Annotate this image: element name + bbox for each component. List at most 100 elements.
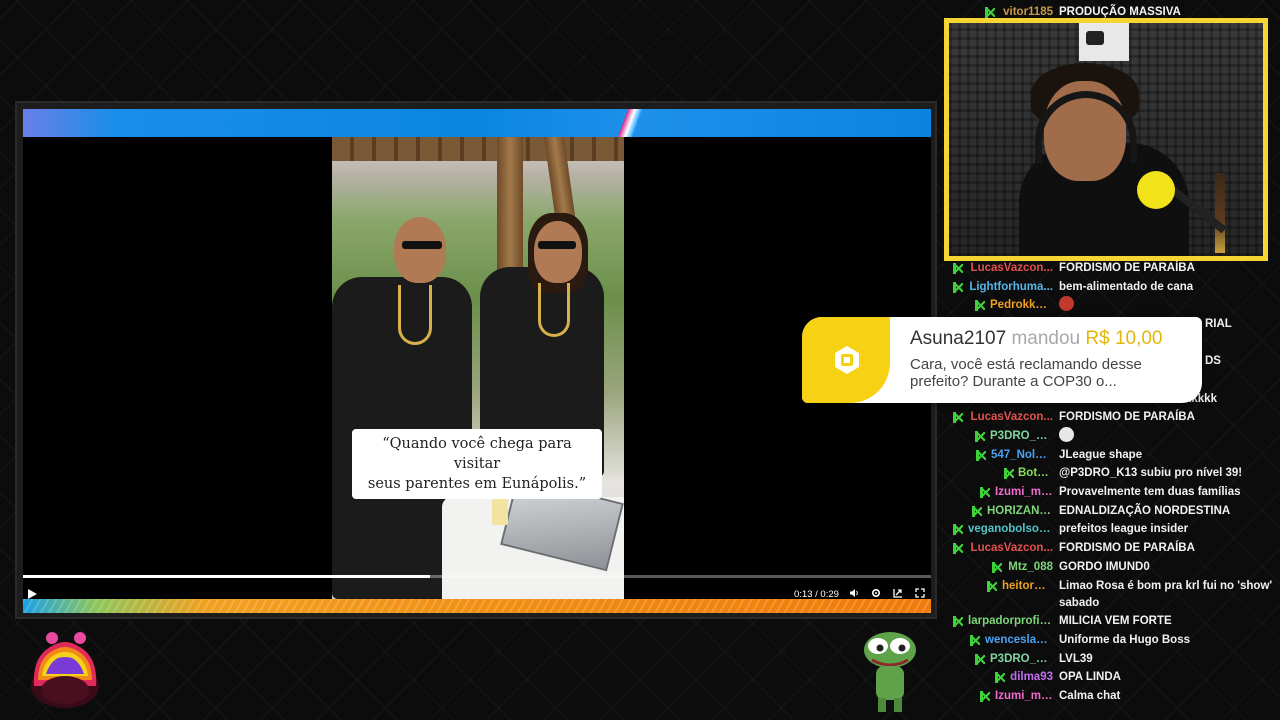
settings-icon[interactable] [871, 588, 881, 598]
kick-badge-icon [975, 300, 985, 311]
alert-headline: Asuna2107 mandou R$ 10,00 [910, 328, 1163, 350]
chat-text-fragment: RIAL [1205, 318, 1232, 330]
chat-username[interactable]: veganobolson... [968, 520, 1053, 539]
kick-badge-icon [980, 691, 990, 702]
kick-badge-icon [975, 431, 985, 442]
chat-username[interactable]: Mtz_088 [1006, 558, 1053, 577]
chat-message: heitorDev Limao Rosa é bom pra krl fui no… [940, 577, 1280, 609]
video-bottom-banner [23, 599, 931, 613]
chat-message: veganobolson... prefeitos league insider [940, 520, 1280, 539]
chat-text [1059, 427, 1074, 446]
caption-line: “Quando você chega para visitar [382, 436, 572, 472]
kick-badge-icon [953, 616, 963, 627]
chat-username[interactable]: dilma93 [1010, 668, 1053, 687]
kick-badge-icon [953, 524, 963, 535]
chat-text-continued: sabado [1059, 597, 1100, 609]
chat-username[interactable]: 547_Nolsan [991, 446, 1053, 465]
chat-username[interactable]: Izumi_mya [995, 483, 1053, 502]
clip-roof [332, 137, 624, 161]
chat-message: wenceslau_b Uniforme da Hugo Boss [940, 631, 1280, 650]
chat-text-fragment: DS [1205, 355, 1221, 367]
chat-text: bem-alimentado de cana [1059, 281, 1194, 293]
chat-text: Calma chat [1059, 690, 1121, 702]
chat-message: vitor1185 PRODUÇÃO MASSIVA [940, 3, 1280, 22]
chat-username[interactable]: heitorDev [1002, 577, 1053, 596]
alert-icon-box [802, 317, 890, 403]
kick-badge-icon [995, 672, 1005, 683]
chat-text: EDNALDIZAÇÃO NORDESTINA [1059, 505, 1231, 517]
chat-message: P3DRO_K13 LVL39 [940, 650, 1280, 669]
chat-text: @P3DRO_K13 subiu pro nível 39! [1059, 467, 1243, 479]
chat-text: FORDISMO DE PARAÍBA [1059, 542, 1195, 554]
chat-username[interactable]: vitor1185 [1000, 3, 1053, 22]
chat-username[interactable]: LucasVazcon... [968, 539, 1053, 558]
chat-text: OPA LINDA [1059, 671, 1121, 683]
video-clip: “Quando você chega para visitar seus par… [332, 137, 624, 599]
chat-text: MILICIA VEM FORTE [1059, 615, 1172, 627]
play-icon[interactable] [28, 589, 37, 599]
fullscreen-icon[interactable] [915, 588, 925, 598]
chat-message: P3DRO_K13 [940, 427, 1280, 446]
alert-username: Asuna2107 [910, 328, 1007, 349]
chat-username[interactable]: HORIZANDO [987, 502, 1053, 521]
chat-message: dilma93 OPA LINDA [940, 668, 1280, 687]
video-top-banner [23, 109, 931, 137]
chat-message: HORIZANDO EDNALDIZAÇÃO NORDESTINA [940, 502, 1280, 521]
chat-text: PRODUÇÃO MASSIVA [1059, 6, 1181, 18]
chat-message: LucasVazcon... FORDISMO DE PARAÍBA [940, 259, 1280, 278]
chat-text: JLeague shape [1059, 449, 1143, 461]
chat-text: prefeitos league insider [1059, 523, 1189, 535]
alert-message: Cara, você está reclamando desse prefeit… [910, 356, 1142, 390]
pip-icon[interactable] [893, 588, 903, 598]
kick-badge-icon [980, 487, 990, 498]
video-caption: “Quando você chega para visitar seus par… [352, 429, 602, 499]
chat-message: Pedrokka14 [940, 296, 1280, 315]
chat-message: Izumi_mya Calma chat [940, 687, 1280, 706]
chat-username[interactable]: LucasVazcon... [968, 408, 1053, 427]
chat-message: Mtz_088 GORDO IMUND0 [940, 558, 1280, 577]
chat-username[interactable]: larpadorprofis... [968, 612, 1053, 631]
alert-amount: R$ 10,00 [1085, 328, 1163, 349]
chat-username[interactable]: wenceslau_b [985, 631, 1053, 650]
chat-username[interactable]: LucasVazcon... [968, 259, 1053, 278]
kick-badge-icon [992, 562, 1002, 573]
pepe-emote [864, 632, 916, 712]
chat-username[interactable]: Lightforhuma... [968, 278, 1053, 297]
video-progress-bar[interactable] [23, 575, 931, 578]
kick-badge-icon [953, 263, 963, 274]
video-viewport[interactable]: “Quando você chega para visitar seus par… [23, 137, 931, 599]
chat-text [1059, 296, 1074, 315]
alert-verb: mandou [1011, 328, 1081, 349]
chat-message: 547_Nolsan JLeague shape [940, 446, 1280, 465]
chat-text: Provavelmente tem duas famílias [1059, 486, 1241, 498]
kick-badge-icon [987, 581, 997, 592]
chat-username[interactable]: Pedrokka14 [990, 296, 1053, 315]
chat-message: BotRix @P3DRO_K13 subiu pro nível 39! [940, 464, 1280, 483]
kick-badge-icon [970, 635, 980, 646]
chat-username[interactable]: BotRix [1018, 464, 1053, 483]
kick-badge-icon [985, 7, 995, 18]
chat-text: GORDO IMUND0 [1059, 561, 1150, 573]
rainbow-mascot-emote [31, 632, 99, 708]
chat-text: LVL39 [1059, 653, 1093, 665]
chat-message: Lightforhuma... bem-alimentado de cana [940, 278, 1280, 297]
chat-username[interactable]: Izumi_mya [995, 687, 1053, 706]
kick-badge-icon [953, 282, 963, 293]
chat-message: LucasVazcon... FORDISMO DE PARAÍBA [940, 539, 1280, 558]
caption-line: seus parentes em Eunápolis.” [367, 476, 587, 492]
kick-badge-icon [1004, 468, 1014, 479]
kick-badge-icon [976, 450, 986, 461]
video-progress-fill [23, 575, 430, 578]
clip-cup [492, 499, 508, 525]
chat-message: larpadorprofis... MILICIA VEM FORTE [940, 612, 1280, 631]
video-player[interactable]: “Quando você chega para visitar seus par… [15, 101, 937, 619]
kick-badge-icon [975, 654, 985, 665]
skull-emote [1059, 427, 1074, 443]
chat-text: Uniforme da Hugo Boss [1059, 634, 1190, 646]
volume-icon[interactable] [849, 588, 859, 598]
chat-username[interactable]: P3DRO_K13 [990, 650, 1053, 669]
kick-badge-icon [953, 412, 963, 423]
chat-username[interactable]: P3DRO_K13 [990, 427, 1053, 446]
kick-badge-icon [953, 543, 963, 554]
pepe-angry-emote [1059, 296, 1074, 312]
